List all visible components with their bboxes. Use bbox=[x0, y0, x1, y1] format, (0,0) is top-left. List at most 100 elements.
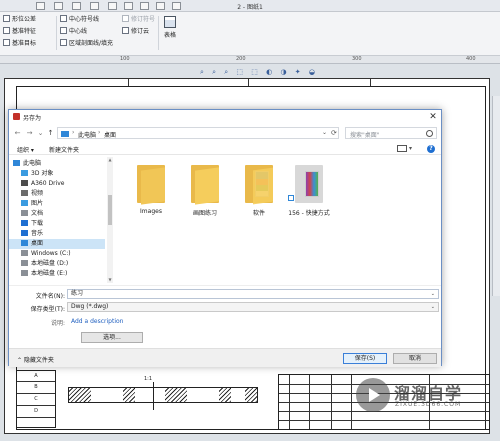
search-placeholder: 搜索"桌面" bbox=[350, 132, 380, 139]
cube-icon bbox=[21, 170, 28, 176]
scroll-down-arrow-icon[interactable]: ▼ bbox=[107, 277, 113, 282]
sidebar-item-downloads[interactable]: 下载 bbox=[9, 219, 105, 229]
navigation-bar: ← → ⌄ ↑ › 此电脑 › 桌面 ⌄ ⟳ 搜索"桌面" bbox=[9, 127, 441, 140]
ribbon-item-revision-cloud[interactable]: 修订云 bbox=[122, 27, 149, 37]
part-section-view[interactable] bbox=[68, 387, 258, 403]
sidebar-item-3d-objects[interactable]: 3D 对象 bbox=[9, 169, 105, 179]
sidebar-item-drive-c[interactable]: Windows (C:) bbox=[9, 249, 105, 259]
revision-label: A bbox=[34, 373, 38, 379]
view-options-dropdown-icon[interactable]: ▾ bbox=[409, 145, 412, 152]
hatch-region bbox=[245, 388, 257, 402]
filename-input[interactable]: 练习 ⌄ bbox=[67, 289, 439, 299]
computer-icon bbox=[61, 131, 69, 137]
ribbon-item-area-hatch[interactable]: 区域剖面线/填充 bbox=[60, 39, 113, 49]
zone-marker bbox=[248, 79, 249, 86]
up-arrow-icon[interactable]: ↑ bbox=[46, 128, 55, 138]
ruler-tick: 300 bbox=[352, 56, 362, 62]
cad-titlebar: 2 - 图纸1 bbox=[0, 0, 500, 12]
table-rule bbox=[279, 420, 489, 421]
breadcrumb-this-pc[interactable]: 此电脑 bbox=[78, 130, 96, 139]
breadcrumb-desktop[interactable]: 桌面 bbox=[104, 130, 116, 139]
watermark-url: ZIXUE.3D66.COM bbox=[395, 401, 462, 408]
file-item-shortcut-156[interactable]: 156 - 快捷方式 bbox=[285, 161, 333, 221]
view-options-icon[interactable] bbox=[397, 145, 407, 152]
sidebar-item-music[interactable]: 音乐 bbox=[9, 229, 105, 239]
save-button[interactable]: 保存(S) bbox=[343, 353, 387, 364]
ruler-tick: 200 bbox=[236, 56, 246, 62]
sidebar-item-videos[interactable]: 视频 bbox=[9, 189, 105, 199]
ribbon-item-center-mark[interactable]: 中心符号线 bbox=[60, 15, 99, 25]
sidebar-item-a360-drive[interactable]: A360 Drive bbox=[9, 179, 105, 189]
ribbon-item-revision-symbol[interactable]: 修订符号 bbox=[122, 15, 155, 25]
ribbon-item-geometric-tolerance[interactable]: 形位公差 bbox=[3, 15, 36, 25]
area-hatch-icon bbox=[60, 39, 67, 46]
drive-icon bbox=[21, 250, 28, 256]
ribbon-divider bbox=[56, 16, 57, 50]
organize-menu[interactable]: 组织 ▾ bbox=[17, 145, 34, 154]
chevron-down-icon[interactable]: ⌄ bbox=[431, 303, 435, 311]
revision-block: A B C D bbox=[16, 370, 56, 428]
task-pane-tabs[interactable] bbox=[492, 96, 500, 296]
ribbon-divider bbox=[158, 16, 159, 50]
search-input[interactable]: 搜索"桌面" bbox=[345, 127, 437, 139]
refresh-icon[interactable]: ⟳ bbox=[331, 129, 337, 137]
sidebar-item-desktop[interactable]: 桌面 bbox=[9, 239, 105, 249]
sidebar-item-drive-d[interactable]: 本地磁盘 (D:) bbox=[9, 259, 105, 269]
filename-label: 文件名(N): bbox=[35, 293, 65, 300]
chevron-down-icon[interactable]: ⌄ bbox=[322, 129, 327, 136]
heads-up-view-toolbar[interactable]: ⌕ ⌕ ⌕ ⬚ ⬚ ◐ ◑ ✦ ◒ bbox=[200, 68, 318, 77]
ribbon-item-datum-feature[interactable]: 基准特征 bbox=[3, 27, 36, 37]
new-folder-button[interactable]: 新建文件夹 bbox=[49, 145, 79, 154]
scrollbar-thumb[interactable] bbox=[108, 195, 112, 225]
save-as-dialog: 另存为 ✕ ← → ⌄ ↑ › 此电脑 › 桌面 ⌄ ⟳ 搜索"桌面" 组织 ▾… bbox=[8, 109, 442, 367]
zone-marker bbox=[370, 79, 371, 86]
table-rule bbox=[17, 417, 55, 418]
ribbon-item-centerline[interactable]: 中心线 bbox=[60, 27, 87, 37]
navigation-scrollbar[interactable]: ▲ ▼ bbox=[107, 157, 113, 283]
chevron-down-icon[interactable]: ⌄ bbox=[431, 290, 435, 298]
options-button[interactable]: 选项... bbox=[81, 332, 143, 343]
file-item-software[interactable]: 软件 bbox=[235, 161, 283, 221]
datum-target-icon bbox=[3, 39, 10, 46]
back-arrow-icon[interactable]: ← bbox=[13, 128, 22, 138]
filetype-select[interactable]: Dwg (*.dwg) ⌄ bbox=[67, 302, 439, 312]
cloud-drive-icon bbox=[21, 180, 28, 186]
dialog-title: 另存为 bbox=[23, 115, 42, 122]
geometric-tolerance-icon bbox=[3, 15, 10, 22]
file-item-drawing-practice[interactable]: 画图练习 bbox=[181, 161, 229, 221]
sidebar-item-this-pc[interactable]: 此电脑 bbox=[9, 159, 105, 169]
sidebar-item-drive-e[interactable]: 本地磁盘 (E:) bbox=[9, 269, 105, 279]
scroll-up-arrow-icon[interactable]: ▲ bbox=[107, 157, 113, 162]
horizontal-ruler: 100 200 300 400 bbox=[0, 56, 500, 64]
table-rule bbox=[17, 405, 55, 406]
shortcut-folder-icon bbox=[295, 165, 323, 203]
address-bar[interactable]: › 此电脑 › 桌面 ⌄ ⟳ bbox=[57, 127, 339, 139]
video-icon bbox=[21, 190, 28, 196]
breadcrumb-separator: › bbox=[98, 129, 101, 136]
document-title: 2 - 图纸1 bbox=[237, 4, 263, 11]
table-button[interactable]: 表格 bbox=[162, 14, 178, 48]
picture-icon bbox=[21, 200, 28, 206]
app-icon bbox=[13, 113, 20, 120]
ruler-tick: 400 bbox=[466, 56, 476, 62]
file-item-images[interactable]: Images bbox=[127, 161, 175, 221]
folder-icon bbox=[137, 165, 165, 205]
filename-value: 练习 bbox=[71, 290, 84, 297]
sidebar-item-pictures[interactable]: 图片 bbox=[9, 199, 105, 209]
revision-label: B bbox=[34, 384, 38, 390]
cancel-button[interactable]: 取消 bbox=[393, 353, 437, 364]
ruler-tick: 100 bbox=[120, 56, 130, 62]
add-description-link[interactable]: Add a description bbox=[71, 318, 123, 325]
shortcut-arrow-icon bbox=[288, 195, 294, 201]
recent-locations-chevron-icon[interactable]: ⌄ bbox=[36, 128, 45, 138]
close-icon[interactable]: ✕ bbox=[427, 111, 439, 123]
table-icon bbox=[164, 16, 176, 28]
forward-arrow-icon[interactable]: → bbox=[25, 128, 34, 138]
hatch-region bbox=[69, 388, 91, 402]
hide-folders-toggle[interactable]: ⌃ 隐藏文件夹 bbox=[17, 355, 54, 364]
ribbon-item-datum-target[interactable]: 基准目标 bbox=[3, 39, 36, 49]
dialog-titlebar[interactable]: 另存为 ✕ bbox=[9, 110, 441, 124]
revision-label: D bbox=[34, 408, 38, 414]
help-icon[interactable]: ? bbox=[427, 145, 435, 153]
sidebar-item-documents[interactable]: 文档 bbox=[9, 209, 105, 219]
